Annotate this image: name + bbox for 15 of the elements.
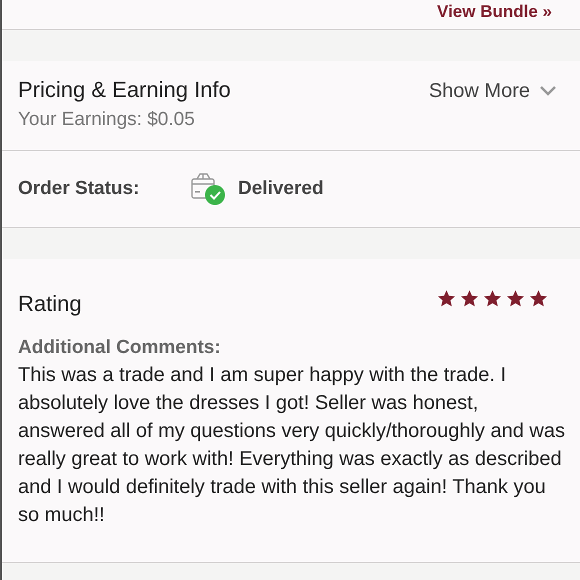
star-icon xyxy=(437,289,456,308)
delivered-box-icon xyxy=(190,172,228,206)
section-title: Pricing & Earning Info xyxy=(18,77,231,103)
star-icon xyxy=(506,289,525,308)
show-more-button[interactable]: Show More xyxy=(428,76,556,106)
view-bundle-link[interactable]: View Bundle » xyxy=(437,2,552,22)
comment-text: This was a trade and I am super happy with the trade. I absolutely love the dresses I got! Seller was honest, answered all of my questions very quickly/thoroughly and was really great to work with! Everything was exactly as described and I would definitely trade with this seller again! Thank you so much!! xyxy=(18,363,566,528)
rating-title: Rating xyxy=(18,291,82,317)
comments-label: Additional Comments: xyxy=(18,337,222,359)
star-icon xyxy=(460,289,479,308)
star-icon xyxy=(483,289,502,308)
delivered-status: Delivered xyxy=(238,178,324,200)
order-status-label: Order Status: xyxy=(18,178,140,200)
star-icon xyxy=(529,289,548,308)
earnings-text: Your Earnings: $0.05 xyxy=(18,109,196,131)
